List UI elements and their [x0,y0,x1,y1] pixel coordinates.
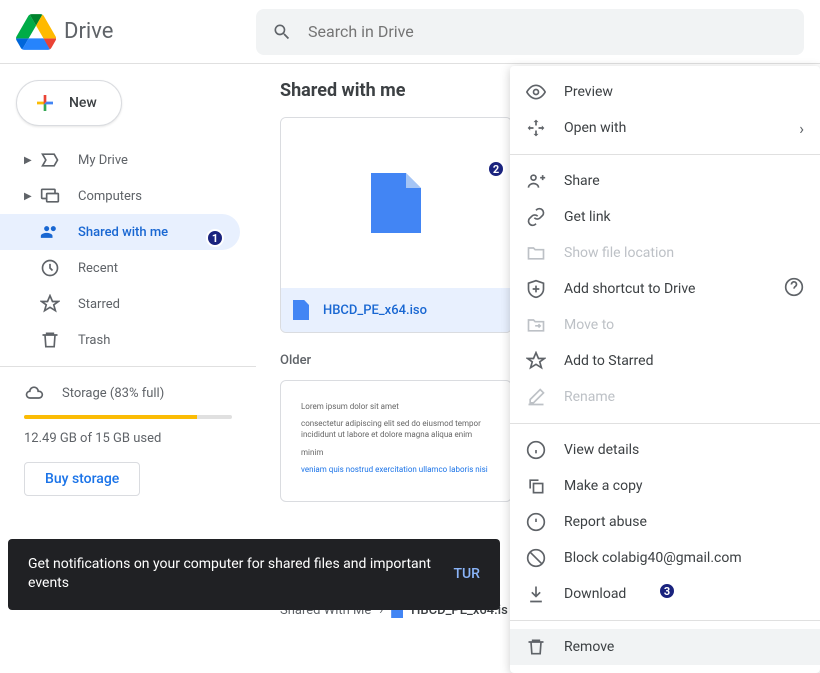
file-thumb-icon [371,173,421,233]
divider [0,366,256,367]
rename-icon [526,387,546,407]
sidebar-item-recent[interactable]: Recent [0,250,240,286]
file-name: HBCD_PE_x64.iso [323,303,427,318]
my-drive-icon [40,150,60,170]
annotation-badge-2: 2 [487,160,505,178]
folder-icon [526,243,546,263]
divider [510,620,820,621]
shortcut-icon [526,279,546,299]
menu-show-location: Show file location [510,235,820,271]
menu-share[interactable]: Share [510,163,820,199]
search-input[interactable] [308,22,788,41]
expand-icon: ▶ [24,191,36,202]
file-card[interactable]: HBCD_PE_x64.iso [280,117,512,333]
expand-icon: ▶ [24,155,36,166]
file-preview [281,118,511,288]
shared-icon [40,222,60,242]
trash-icon [40,330,60,350]
help-icon[interactable] [784,277,804,301]
eye-icon [526,82,546,102]
computers-icon [40,186,60,206]
cloud-icon [24,383,44,403]
logo-area[interactable]: Drive [16,12,256,52]
drive-logo-icon [16,12,56,52]
sidebar-item-trash[interactable]: Trash [0,322,240,358]
share-icon [526,171,546,191]
plus-icon [33,91,57,115]
sidebar-item-shared-with-me[interactable]: Shared with me [0,214,240,250]
search-icon [272,22,292,42]
menu-remove[interactable]: Remove [510,629,820,665]
divider [510,154,820,155]
sidebar-item-starred[interactable]: Starred [0,286,240,322]
recent-icon [40,258,60,278]
menu-add-shortcut[interactable]: Add shortcut to Drive [510,271,820,307]
app-title: Drive [64,19,113,44]
move-icon [526,315,546,335]
star-icon [526,351,546,371]
menu-rename: Rename [510,379,820,415]
notification-bar: Get notifications on your computer for s… [8,539,500,610]
menu-make-copy[interactable]: Make a copy [510,468,820,504]
new-button[interactable]: New [16,80,122,126]
menu-move-to: Move to [510,307,820,343]
divider [510,423,820,424]
file-name-row: HBCD_PE_x64.iso [281,288,511,332]
file-icon [293,300,309,320]
menu-block[interactable]: Block colabig40@gmail.com [510,540,820,576]
notification-text: Get notifications on your computer for s… [28,555,433,594]
notification-action[interactable]: TUR [453,566,480,582]
older-file-card[interactable]: Lorem ipsum dolor sit amet consectetur a… [280,380,512,502]
header: Drive [0,0,820,64]
new-button-label: New [69,95,97,111]
info-icon [526,440,546,460]
buy-storage-button[interactable]: Buy storage [24,462,140,496]
menu-get-link[interactable]: Get link [510,199,820,235]
sidebar-item-computers[interactable]: ▶ Computers [0,178,240,214]
menu-add-starred[interactable]: Add to Starred [510,343,820,379]
annotation-badge-1: 1 [206,229,224,247]
star-icon [40,294,60,314]
storage-bar [24,415,232,419]
menu-report-abuse[interactable]: Report abuse [510,504,820,540]
block-icon [526,548,546,568]
open-with-icon [526,118,546,138]
storage-row[interactable]: Storage (83% full) [24,383,232,403]
storage-section: Storage (83% full) 12.49 GB of 15 GB use… [0,375,256,504]
storage-used-text: 12.49 GB of 15 GB used [24,431,232,446]
menu-open-with[interactable]: Open with › [510,110,820,146]
chevron-right-icon: › [799,119,804,138]
report-icon [526,512,546,532]
storage-fill [24,415,197,419]
trash-icon [526,637,546,657]
search-bar[interactable] [256,9,804,55]
menu-view-details[interactable]: View details [510,432,820,468]
copy-icon [526,476,546,496]
download-icon [526,584,546,604]
link-icon [526,207,546,227]
sidebar-item-my-drive[interactable]: ▶ My Drive [0,142,240,178]
annotation-badge-3: 3 [658,582,676,600]
menu-preview[interactable]: Preview [510,74,820,110]
